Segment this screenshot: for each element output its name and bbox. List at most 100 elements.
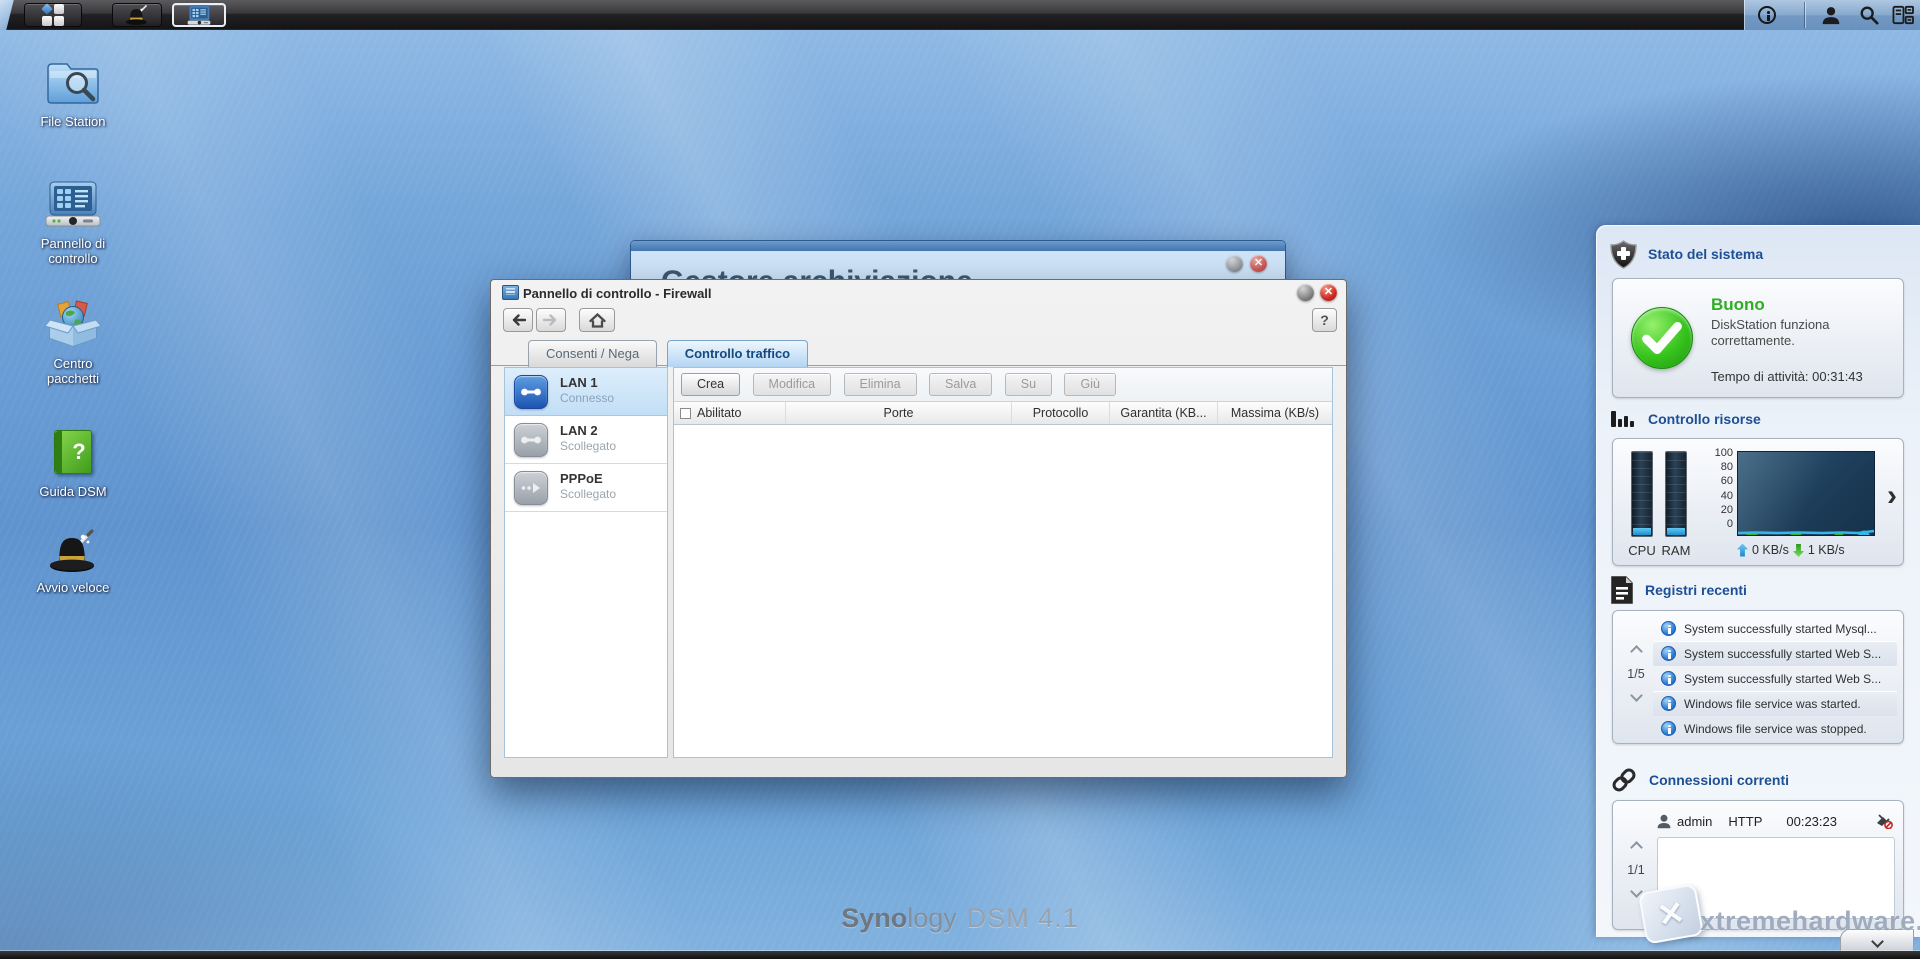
desktop-icon-label: Avvio veloce (36, 580, 110, 595)
table-body-empty[interactable] (674, 425, 1332, 757)
taskbar (0, 0, 1920, 30)
lan-disconnected-icon (514, 423, 548, 457)
forward-arrow-icon (543, 314, 557, 326)
column-header-protocollo[interactable]: Protocollo (1012, 402, 1110, 424)
page-down-icon[interactable] (1629, 689, 1643, 702)
window-titlebar[interactable]: Pannello di controllo - Firewall ✕ (491, 280, 1346, 306)
desktop-icon-file-station[interactable]: File Station (18, 58, 128, 129)
minimize-button[interactable] (1297, 284, 1314, 301)
taskbar-separator (1804, 2, 1806, 28)
pilot-view-icon[interactable] (1890, 4, 1916, 26)
network-traffic-plot (1737, 451, 1875, 536)
user-icon (1657, 814, 1671, 828)
desktop-icon-label: Pannello di controllo (40, 236, 106, 266)
system-status-value: Buono (1711, 295, 1765, 314)
info-log-icon (1661, 671, 1676, 686)
desktop-icon-package-center[interactable]: Centro pacchetti (18, 300, 128, 386)
main-menu-button[interactable] (24, 3, 82, 27)
kill-connection-icon[interactable] (1875, 813, 1893, 829)
system-status-description: DiskStation funziona correttamente. (1711, 317, 1830, 348)
ram-gauge (1665, 451, 1687, 537)
select-all-checkbox[interactable] (680, 407, 691, 419)
log-entry[interactable]: System successfully started Web S... (1653, 666, 1897, 691)
interface-list: LAN 1 Connesso LAN 2 Scollegato PPPoE Sc… (504, 367, 668, 758)
connection-protocol: HTTP (1728, 813, 1763, 829)
recent-logs-header: Registri recenti (1610, 576, 1747, 604)
bottom-edge (0, 951, 1920, 959)
search-icon[interactable] (1856, 4, 1882, 26)
ram-label: RAM (1661, 543, 1691, 558)
close-icon[interactable]: ✕ (1250, 255, 1267, 272)
watermark-x-logo: ✕ (1637, 883, 1705, 945)
column-header-massima[interactable]: Massima (KB/s) (1218, 402, 1332, 424)
system-status-card: Buono DiskStation funziona correttamente… (1612, 278, 1904, 398)
log-entry[interactable]: System successfully started Mysql... (1653, 616, 1897, 641)
back-button[interactable] (503, 308, 533, 332)
interface-lan1[interactable]: LAN 1 Connesso (505, 368, 667, 416)
desktop: Gestore archiviazione ✕ File Station (0, 0, 1920, 959)
info-log-icon (1661, 721, 1676, 736)
y-axis-ticks: 100 80 60 40 20 0 (1714, 447, 1733, 531)
column-header-abilitato[interactable]: Abilitato (674, 402, 786, 424)
home-button[interactable] (579, 308, 615, 332)
download-rate: 1 KB/s (1807, 543, 1845, 557)
window-title: Pannello di controllo - Firewall (523, 286, 712, 301)
control-panel-window-icon (502, 285, 519, 300)
toolbar: Crea Modifica Elimina Salva Su Giù (674, 368, 1332, 401)
user-icon[interactable] (1818, 4, 1844, 26)
magic-hat-icon (45, 524, 101, 574)
storage-manager-titlebar (631, 241, 1285, 251)
resource-monitor-expand-button[interactable]: › (1887, 481, 1897, 511)
status-ok-icon (1631, 307, 1693, 369)
desktop-icon-quick-start[interactable]: Avvio veloce (18, 524, 128, 595)
info-log-icon (1661, 646, 1676, 661)
forward-button[interactable] (536, 308, 566, 332)
create-button[interactable]: Crea (681, 373, 741, 396)
control-panel-task-button[interactable] (172, 3, 226, 27)
help-button[interactable]: ? (1312, 308, 1337, 332)
column-header-garantita[interactable]: Garantita (KB... (1110, 402, 1218, 424)
desktop-icon-label: File Station (40, 114, 106, 129)
desktop-icon-label: Centro pacchetti (46, 356, 100, 386)
taskbar-right-section (1744, 0, 1920, 30)
shield-icon (1610, 239, 1637, 269)
log-entry[interactable]: Windows file service was stopped. (1653, 716, 1897, 741)
column-header-porte[interactable]: Porte (786, 402, 1012, 424)
interface-lan2[interactable]: LAN 2 Scollegato (505, 416, 667, 464)
widgets-panel: Stato del sistema Buono DiskStation funz… (1596, 225, 1920, 937)
edit-button[interactable]: Modifica (752, 373, 832, 396)
connection-duration: 00:23:23 (1786, 813, 1837, 829)
desktop-icon-control-panel[interactable]: Pannello di controllo (18, 180, 128, 266)
save-button[interactable]: Salva (929, 373, 993, 396)
connection-row[interactable]: admin HTTP 00:23:23 (1657, 811, 1893, 831)
tab-controllo-traffico[interactable]: Controllo traffico (666, 340, 809, 367)
log-entry[interactable]: System successfully started Web S... (1653, 641, 1897, 666)
log-entry[interactable]: Windows file service was started. (1653, 691, 1897, 716)
page-up-icon[interactable] (1629, 645, 1643, 658)
recent-logs-card: 1/5 System successfully started Mysql...… (1612, 610, 1904, 744)
logs-page-indicator: 1/5 (1627, 667, 1645, 681)
tab-consenti-nega[interactable]: Consenti / Nega (528, 340, 658, 367)
page-up-icon[interactable] (1629, 841, 1643, 854)
quick-start-task-button[interactable] (112, 3, 162, 27)
home-icon (588, 312, 606, 328)
desktop-icon-dsm-help[interactable]: ? Guida DSM (18, 428, 128, 499)
up-button[interactable]: Su (1004, 373, 1053, 396)
network-transfer-rates: 0 KB/s 1 KB/s (1737, 543, 1845, 557)
table-header: Abilitato Porte Protocollo Garantita (KB… (674, 401, 1332, 425)
help-book-icon: ? (45, 430, 101, 478)
info-icon[interactable] (1754, 4, 1780, 26)
minimize-button[interactable] (1226, 255, 1243, 272)
interface-pppoe[interactable]: PPPoE Scollegato (505, 464, 667, 512)
logs-pager: 1/5 (1621, 643, 1651, 705)
package-center-icon (44, 300, 102, 350)
resource-monitor-card: CPU RAM 100 80 60 40 20 0 › 0 KB/s 1 KB/… (1612, 438, 1904, 566)
down-button[interactable]: Giù (1064, 373, 1116, 396)
close-icon[interactable]: ✕ (1320, 284, 1337, 301)
chain-link-icon (1612, 768, 1636, 792)
document-icon (1611, 576, 1633, 604)
system-uptime: Tempo di attività: 00:31:43 (1711, 369, 1863, 384)
show-desktop-sliver[interactable] (0, 0, 14, 30)
upload-rate: 0 KB/s (1752, 543, 1789, 557)
delete-button[interactable]: Elimina (843, 373, 917, 396)
